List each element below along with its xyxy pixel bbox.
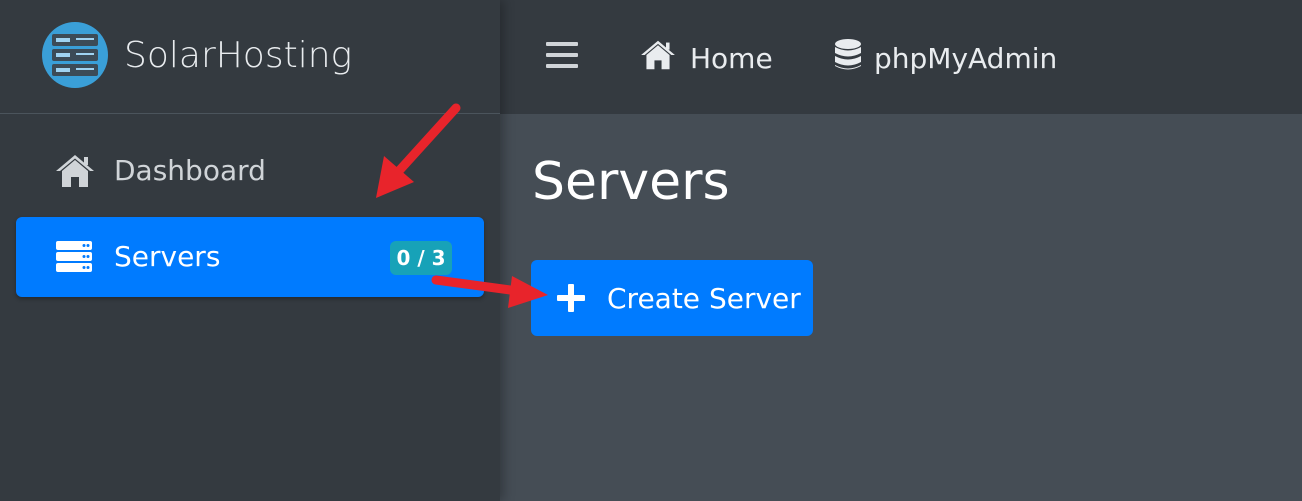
- plus-icon: [557, 284, 585, 312]
- brand-link[interactable]: SolarHosting: [0, 0, 500, 114]
- home-icon: [638, 39, 690, 78]
- nav-link-label: phpMyAdmin: [874, 41, 1058, 75]
- servers-icon: [54, 239, 96, 275]
- create-server-button[interactable]: Create Server: [531, 260, 813, 336]
- page-title: Servers: [532, 152, 730, 212]
- database-icon: [834, 38, 874, 79]
- nav-link-home[interactable]: Home: [638, 38, 773, 78]
- nav-link-label: Home: [690, 41, 773, 75]
- brand-name: SolarHosting: [124, 35, 353, 76]
- sidebar-item-servers[interactable]: Servers 0 / 3: [16, 217, 484, 297]
- server-count-badge: 0 / 3: [390, 241, 452, 275]
- create-server-label: Create Server: [607, 281, 801, 315]
- server-rack-icon: [42, 22, 108, 88]
- hamburger-icon[interactable]: [546, 40, 578, 70]
- sidebar-item-label: Dashboard: [114, 154, 266, 187]
- home-icon: [54, 153, 96, 189]
- sidebar-item-dashboard[interactable]: Dashboard: [16, 131, 484, 211]
- sidebar: SolarHosting Dashboard Servers 0 / 3: [0, 0, 500, 501]
- nav-link-phpmyadmin[interactable]: phpMyAdmin: [834, 38, 1057, 78]
- top-navbar: Home phpMyAdmin: [500, 0, 1302, 114]
- sidebar-item-label: Servers: [114, 240, 221, 273]
